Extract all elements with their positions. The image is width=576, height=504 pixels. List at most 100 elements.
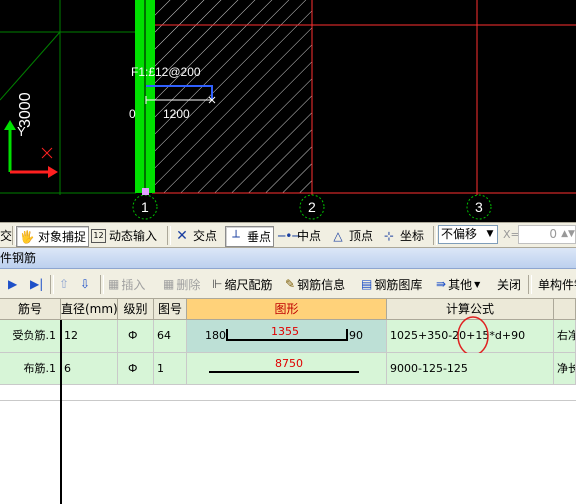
toolbar-separator — [433, 226, 437, 245]
single-component-label: 单构件钢 — [538, 277, 576, 292]
shape-right-value: 90 — [349, 329, 363, 342]
insert-icon: ▦ — [108, 277, 120, 291]
toolbar-separator — [50, 275, 54, 294]
chevron-down-icon: ▼ — [474, 279, 481, 289]
intersection-label: 交点 — [193, 229, 218, 243]
cell-desc[interactable]: 净长 — [554, 353, 576, 385]
delete-button[interactable]: ▦ 删除 — [163, 275, 200, 293]
snap-icon: 🖐 — [19, 229, 35, 244]
rebar-info-button[interactable]: ✎ 钢筋信息 — [285, 275, 345, 293]
cell-shape[interactable]: 8750 — [187, 353, 387, 385]
last-button[interactable]: ▶| — [30, 275, 43, 293]
coordinate-button[interactable]: ⊹ 坐标 — [381, 226, 424, 245]
col-header-diameter[interactable]: 直径(mm) — [61, 299, 118, 320]
rebar-label: F1:£12@200 — [131, 65, 201, 79]
col-header-fig[interactable]: 图号 — [154, 299, 187, 320]
cell-formula[interactable]: 9000-125-125 — [387, 353, 554, 385]
dim-zero: 0 — [129, 107, 136, 121]
offset-select-value: 不偏移 — [441, 227, 478, 241]
arrow-up-icon: ⇧ — [59, 277, 70, 291]
col-header-shape[interactable]: 图形 — [187, 299, 387, 320]
vertex-button[interactable]: △ 顶点 — [330, 226, 373, 245]
rebar-library-button[interactable]: ▤ 钢筋图库 — [361, 275, 422, 293]
midpoint-button[interactable]: ─•─ 中点 — [278, 226, 321, 245]
toolbar-separator — [100, 275, 104, 294]
cad-drawing — [0, 0, 576, 220]
single-component-button[interactable]: 单构件钢 — [538, 275, 576, 293]
close-button[interactable]: 关闭 — [497, 275, 521, 293]
grid-vertical-line — [60, 320, 62, 504]
shape-mid-value: 1355 — [271, 325, 299, 338]
play-icon: ▶ — [8, 277, 18, 291]
dim-length: 1200 — [163, 107, 190, 121]
snap-toolbar: 交 🖐 对象捕捉 12 动态输入 ✕ 交点 ┴ 垂点 ─•─ 中点 △ 顶点 ⊹… — [0, 222, 576, 248]
cell-diameter[interactable]: 6 — [61, 353, 118, 385]
axis-label-1: 1 — [141, 199, 149, 215]
rebar-info-icon: ✎ — [285, 277, 296, 291]
delete-icon: ▦ — [163, 277, 175, 291]
insert-button[interactable]: ▦ 插入 — [108, 275, 145, 293]
table-row-empty[interactable] — [0, 385, 576, 401]
axis-line — [0, 31, 61, 101]
move-down-button[interactable]: ⇩ — [80, 275, 90, 293]
delete-label: 删除 — [176, 277, 201, 292]
scale-rebar-label: 缩尺配筋 — [224, 277, 273, 292]
cell-diameter[interactable]: 12 — [61, 320, 118, 353]
toolbar-separator — [528, 275, 532, 294]
panel-title: 件钢筋 — [0, 248, 576, 269]
cell-shape[interactable]: 180 1355 90 — [187, 320, 387, 353]
rebar-library-label: 钢筋图库 — [374, 277, 423, 292]
object-snap-label: 对象捕捉 — [38, 230, 87, 244]
other-icon: ⇛ — [436, 277, 447, 291]
perpendicular-icon: ┴ — [232, 229, 240, 244]
dynamic-input-button[interactable]: 12 动态输入 — [91, 226, 157, 245]
coordinate-label: 坐标 — [400, 229, 425, 243]
dynamic-input-label: 动态输入 — [109, 229, 158, 243]
vertex-icon: △ — [333, 228, 343, 243]
cell-name[interactable]: 布筋.1 — [0, 353, 61, 385]
col-header-name[interactable]: 筋号 — [0, 299, 61, 320]
perpendicular-label: 垂点 — [247, 230, 272, 244]
cell-fig[interactable]: 64 — [154, 320, 187, 353]
col-header-grade[interactable]: 级别 — [118, 299, 154, 320]
intersection-icon: ✕ — [176, 227, 188, 244]
col-header-desc[interactable] — [554, 299, 576, 320]
slab-hatch — [152, 0, 312, 193]
other-menu-button[interactable]: ⇛ 其他 ▼ — [436, 275, 480, 293]
next-button[interactable]: ▶ — [8, 275, 17, 293]
cad-canvas[interactable]: F1:£12@200 0 1200 3000 Y 1 2 3 — [0, 0, 576, 222]
scale-rebar-button[interactable]: ⊩ 缩尺配筋 — [212, 275, 272, 293]
grid-toolbar: ▶ ▶| ⇧ ⇩ ▦ 插入 ▦ 删除 ⊩ 缩尺配筋 ✎ 钢筋信息 ▤ 钢筋图库 … — [0, 269, 576, 299]
midpoint-icon: ─•─ — [278, 228, 300, 243]
move-up-button[interactable]: ⇧ — [59, 275, 69, 293]
cell-fig[interactable]: 1 — [154, 353, 187, 385]
scale-rebar-icon: ⊩ — [212, 277, 223, 291]
x-value: 0 — [549, 227, 557, 241]
grip-marker — [142, 188, 149, 195]
rebar-library-icon: ▤ — [361, 277, 373, 291]
cell-name[interactable]: 受负筋.1 — [0, 320, 61, 353]
offset-select[interactable]: 不偏移 ▼ — [438, 225, 498, 244]
x-input[interactable]: 0 ▲▼ — [518, 225, 576, 244]
rebar-table: 筋号 直径(mm) 级别 图号 图形 计算公式 受负筋.1 12 Ф 64 18… — [0, 299, 576, 504]
insert-label: 插入 — [121, 277, 146, 292]
dynamic-input-icon: 12 — [91, 228, 106, 243]
spin-icon: ▲▼ — [561, 229, 575, 239]
cell-desc[interactable]: 右净 — [554, 320, 576, 353]
axis-label-3: 3 — [475, 199, 483, 215]
cell-grade[interactable]: Ф — [118, 353, 154, 385]
intersection-button[interactable]: ✕ 交点 — [174, 226, 217, 245]
last-icon: ▶| — [30, 277, 44, 291]
cut-button[interactable]: 交 — [0, 226, 12, 245]
object-snap-button[interactable]: 🖐 对象捕捉 — [16, 226, 90, 247]
ucs-y-label: Y — [17, 124, 26, 139]
annotation-circle — [457, 316, 489, 356]
shape-left-value: 180 — [205, 329, 226, 342]
shape-mid-value: 8750 — [275, 357, 303, 370]
perpendicular-button[interactable]: ┴ 垂点 — [225, 226, 275, 247]
rebar-info-label: 钢筋信息 — [297, 277, 346, 292]
other-label: 其他 — [448, 277, 473, 292]
cell-grade[interactable]: Ф — [118, 320, 154, 353]
axis-label-2: 2 — [308, 199, 316, 215]
chevron-down-icon: ▼ — [486, 229, 494, 239]
